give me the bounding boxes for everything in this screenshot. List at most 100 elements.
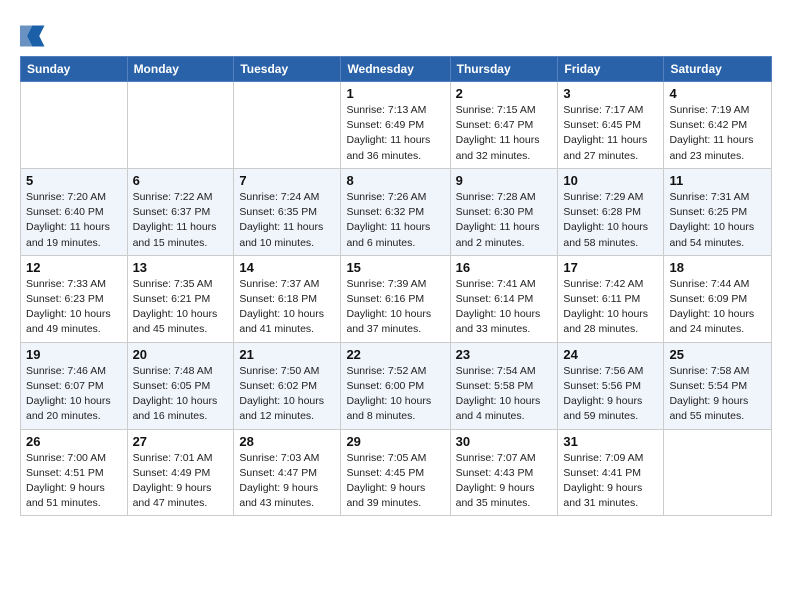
day-info: Sunrise: 7:28 AM Sunset: 6:30 PM Dayligh…	[456, 190, 553, 251]
day-info: Sunrise: 7:26 AM Sunset: 6:32 PM Dayligh…	[346, 190, 444, 251]
day-number: 24	[563, 347, 658, 362]
day-info: Sunrise: 7:09 AM Sunset: 4:41 PM Dayligh…	[563, 451, 658, 512]
day-info: Sunrise: 7:17 AM Sunset: 6:45 PM Dayligh…	[563, 103, 658, 164]
day-cell: 30 Sunrise: 7:07 AM Sunset: 4:43 PM Dayli…	[450, 429, 558, 516]
day-cell: 29Sunrise: 7:05 AM Sunset: 4:45 PM Dayli…	[341, 429, 450, 516]
day-number: 21	[239, 347, 335, 362]
day-number: 7	[239, 173, 335, 188]
day-number: 1	[346, 86, 444, 101]
day-info: Sunrise: 7:15 AM Sunset: 6:47 PM Dayligh…	[456, 103, 553, 164]
day-info: Sunrise: 7:00 AM Sunset: 4:51 PM Dayligh…	[26, 451, 122, 512]
day-number: 4	[669, 86, 766, 101]
day-cell: 20 Sunrise: 7:48 AM Sunset: 6:05 PM Dayli…	[127, 342, 234, 429]
day-info: Sunrise: 7:46 AM Sunset: 6:07 PM Dayligh…	[26, 364, 122, 425]
day-cell: 13Sunrise: 7:35 AM Sunset: 6:21 PM Dayli…	[127, 255, 234, 342]
day-number: 25	[669, 347, 766, 362]
day-info: Sunrise: 7:48 AM Sunset: 6:05 PM Dayligh…	[133, 364, 229, 425]
day-cell: 22 Sunrise: 7:52 AM Sunset: 6:00 PM Dayli…	[341, 342, 450, 429]
day-info: Sunrise: 7:39 AM Sunset: 6:16 PM Dayligh…	[346, 277, 444, 338]
day-info: Sunrise: 7:52 AM Sunset: 6:00 PM Dayligh…	[346, 364, 444, 425]
day-number: 19	[26, 347, 122, 362]
day-cell	[664, 429, 772, 516]
day-number: 15	[346, 260, 444, 275]
day-cell: 1 Sunrise: 7:13 AM Sunset: 6:49 PM Daylig…	[341, 82, 450, 169]
day-info: Sunrise: 7:13 AM Sunset: 6:49 PM Dayligh…	[346, 103, 444, 164]
day-info: Sunrise: 7:05 AM Sunset: 4:45 PM Dayligh…	[346, 451, 444, 512]
day-number: 3	[563, 86, 658, 101]
day-number: 9	[456, 173, 553, 188]
day-cell: 25 Sunrise: 7:58 AM Sunset: 5:54 PM Dayli…	[664, 342, 772, 429]
logo-icon	[20, 22, 48, 50]
weekday-header-friday: Friday	[558, 57, 664, 82]
day-cell: 21 Sunrise: 7:50 AM Sunset: 6:02 PM Dayli…	[234, 342, 341, 429]
week-row-5: 26Sunrise: 7:00 AM Sunset: 4:51 PM Dayli…	[21, 429, 772, 516]
day-number: 17	[563, 260, 658, 275]
day-info: Sunrise: 7:29 AM Sunset: 6:28 PM Dayligh…	[563, 190, 658, 251]
day-cell: 17 Sunrise: 7:42 AM Sunset: 6:11 PM Dayli…	[558, 255, 664, 342]
day-cell	[127, 82, 234, 169]
day-cell: 16 Sunrise: 7:41 AM Sunset: 6:14 PM Dayli…	[450, 255, 558, 342]
weekday-header-saturday: Saturday	[664, 57, 772, 82]
weekday-header-wednesday: Wednesday	[341, 57, 450, 82]
day-info: Sunrise: 7:50 AM Sunset: 6:02 PM Dayligh…	[239, 364, 335, 425]
day-cell: 14 Sunrise: 7:37 AM Sunset: 6:18 PM Dayli…	[234, 255, 341, 342]
day-number: 11	[669, 173, 766, 188]
day-number: 22	[346, 347, 444, 362]
calendar: SundayMondayTuesdayWednesdayThursdayFrid…	[20, 56, 772, 516]
day-info: Sunrise: 7:42 AM Sunset: 6:11 PM Dayligh…	[563, 277, 658, 338]
day-info: Sunrise: 7:56 AM Sunset: 5:56 PM Dayligh…	[563, 364, 658, 425]
day-cell: 18Sunrise: 7:44 AM Sunset: 6:09 PM Dayli…	[664, 255, 772, 342]
day-number: 8	[346, 173, 444, 188]
day-info: Sunrise: 7:41 AM Sunset: 6:14 PM Dayligh…	[456, 277, 553, 338]
day-info: Sunrise: 7:20 AM Sunset: 6:40 PM Dayligh…	[26, 190, 122, 251]
day-cell: 7 Sunrise: 7:24 AM Sunset: 6:35 PM Daylig…	[234, 168, 341, 255]
day-number: 20	[133, 347, 229, 362]
day-number: 28	[239, 434, 335, 449]
weekday-header-row: SundayMondayTuesdayWednesdayThursdayFrid…	[21, 57, 772, 82]
day-number: 14	[239, 260, 335, 275]
day-cell: 27 Sunrise: 7:01 AM Sunset: 4:49 PM Dayli…	[127, 429, 234, 516]
day-info: Sunrise: 7:54 AM Sunset: 5:58 PM Dayligh…	[456, 364, 553, 425]
day-number: 10	[563, 173, 658, 188]
day-cell: 19 Sunrise: 7:46 AM Sunset: 6:07 PM Dayli…	[21, 342, 128, 429]
day-cell: 10 Sunrise: 7:29 AM Sunset: 6:28 PM Dayli…	[558, 168, 664, 255]
day-cell: 6 Sunrise: 7:22 AM Sunset: 6:37 PM Daylig…	[127, 168, 234, 255]
weekday-header-sunday: Sunday	[21, 57, 128, 82]
weekday-header-thursday: Thursday	[450, 57, 558, 82]
day-info: Sunrise: 7:19 AM Sunset: 6:42 PM Dayligh…	[669, 103, 766, 164]
day-info: Sunrise: 7:22 AM Sunset: 6:37 PM Dayligh…	[133, 190, 229, 251]
page: SundayMondayTuesdayWednesdayThursdayFrid…	[0, 0, 792, 534]
day-cell: 9 Sunrise: 7:28 AM Sunset: 6:30 PM Daylig…	[450, 168, 558, 255]
day-info: Sunrise: 7:33 AM Sunset: 6:23 PM Dayligh…	[26, 277, 122, 338]
header	[20, 18, 772, 50]
day-cell: 15 Sunrise: 7:39 AM Sunset: 6:16 PM Dayli…	[341, 255, 450, 342]
day-number: 6	[133, 173, 229, 188]
day-info: Sunrise: 7:24 AM Sunset: 6:35 PM Dayligh…	[239, 190, 335, 251]
day-cell: 12Sunrise: 7:33 AM Sunset: 6:23 PM Dayli…	[21, 255, 128, 342]
day-info: Sunrise: 7:01 AM Sunset: 4:49 PM Dayligh…	[133, 451, 229, 512]
week-row-2: 5Sunrise: 7:20 AM Sunset: 6:40 PM Daylig…	[21, 168, 772, 255]
day-cell	[234, 82, 341, 169]
day-cell: 5Sunrise: 7:20 AM Sunset: 6:40 PM Daylig…	[21, 168, 128, 255]
day-number: 31	[563, 434, 658, 449]
day-number: 16	[456, 260, 553, 275]
day-info: Sunrise: 7:37 AM Sunset: 6:18 PM Dayligh…	[239, 277, 335, 338]
day-number: 2	[456, 86, 553, 101]
day-info: Sunrise: 7:31 AM Sunset: 6:25 PM Dayligh…	[669, 190, 766, 251]
day-number: 18	[669, 260, 766, 275]
day-number: 27	[133, 434, 229, 449]
day-cell: 3 Sunrise: 7:17 AM Sunset: 6:45 PM Daylig…	[558, 82, 664, 169]
day-number: 30	[456, 434, 553, 449]
day-number: 13	[133, 260, 229, 275]
weekday-header-monday: Monday	[127, 57, 234, 82]
week-row-4: 19 Sunrise: 7:46 AM Sunset: 6:07 PM Dayli…	[21, 342, 772, 429]
week-row-3: 12Sunrise: 7:33 AM Sunset: 6:23 PM Dayli…	[21, 255, 772, 342]
day-cell: 8 Sunrise: 7:26 AM Sunset: 6:32 PM Daylig…	[341, 168, 450, 255]
day-cell: 23Sunrise: 7:54 AM Sunset: 5:58 PM Dayli…	[450, 342, 558, 429]
day-info: Sunrise: 7:58 AM Sunset: 5:54 PM Dayligh…	[669, 364, 766, 425]
weekday-header-tuesday: Tuesday	[234, 57, 341, 82]
day-info: Sunrise: 7:07 AM Sunset: 4:43 PM Dayligh…	[456, 451, 553, 512]
day-cell: 4 Sunrise: 7:19 AM Sunset: 6:42 PM Daylig…	[664, 82, 772, 169]
day-cell: 26Sunrise: 7:00 AM Sunset: 4:51 PM Dayli…	[21, 429, 128, 516]
day-cell: 11 Sunrise: 7:31 AM Sunset: 6:25 PM Dayli…	[664, 168, 772, 255]
